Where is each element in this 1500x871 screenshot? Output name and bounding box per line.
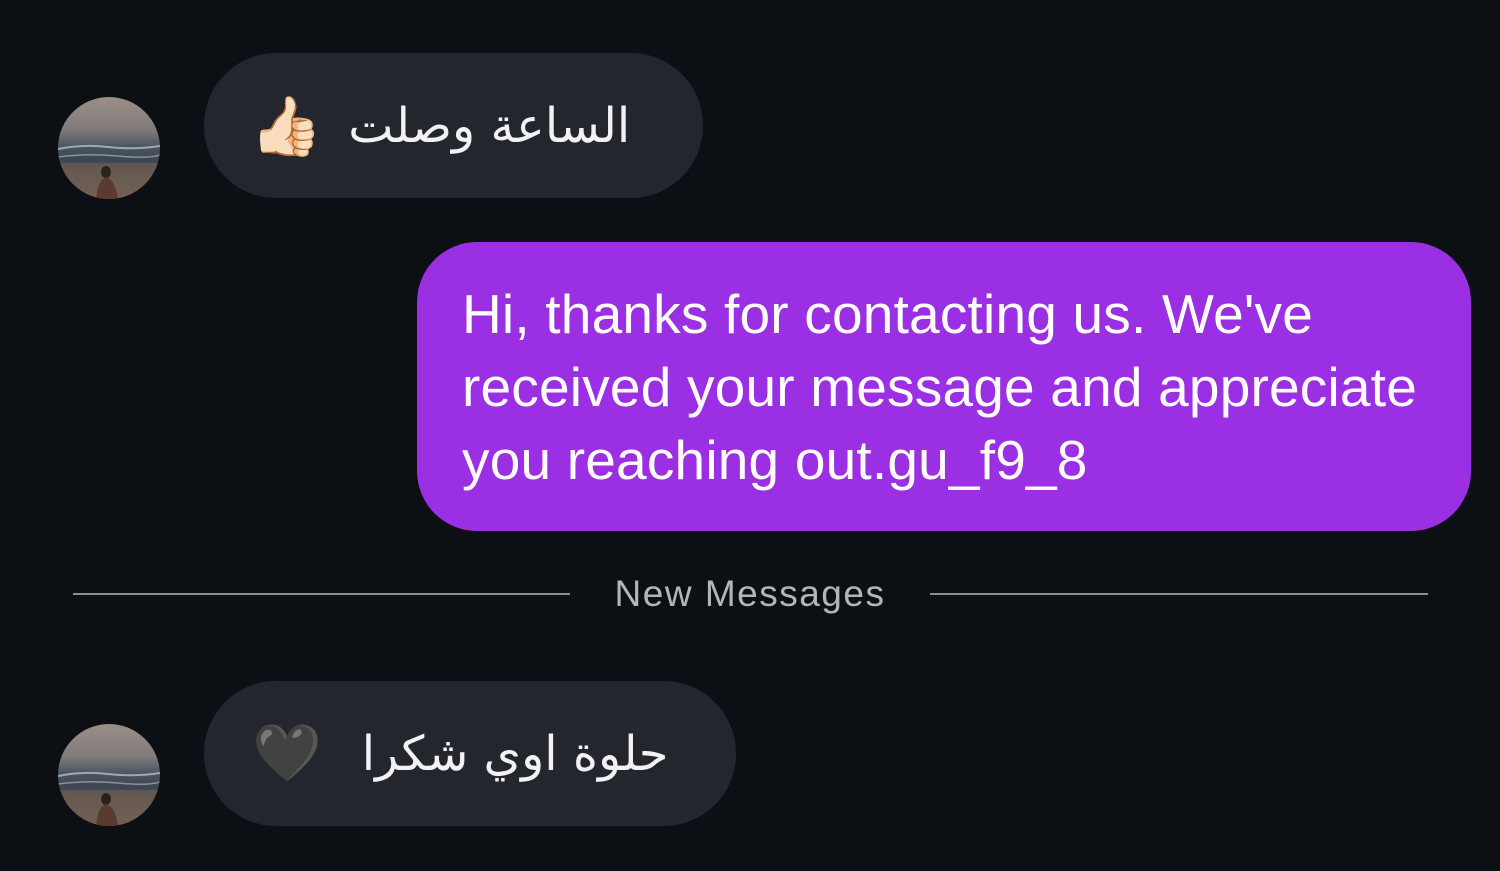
sender-avatar[interactable] — [58, 97, 160, 199]
divider-line-left — [73, 593, 570, 595]
message-text: الساعة وصلت — [348, 97, 631, 154]
incoming-message-bubble[interactable]: 👍🏻 الساعة وصلت — [204, 53, 703, 198]
message-text: Hi, thanks for contacting us. We've rece… — [462, 283, 1417, 491]
divider-line-right — [930, 593, 1428, 595]
incoming-message-bubble[interactable]: 🖤 حلوة اوي شكرا — [204, 681, 736, 826]
message-text: حلوة اوي شكرا — [361, 725, 669, 782]
sender-avatar[interactable] — [58, 724, 160, 826]
thumbs-up-icon: 👍🏻 — [250, 91, 323, 160]
black-heart-icon: 🖤 — [252, 720, 322, 786]
avatar-photo — [58, 771, 160, 826]
new-messages-divider-label: New Messages — [614, 573, 886, 614]
avatar-photo — [58, 144, 160, 199]
outgoing-message-bubble[interactable]: Hi, thanks for contacting us. We've rece… — [417, 242, 1471, 531]
